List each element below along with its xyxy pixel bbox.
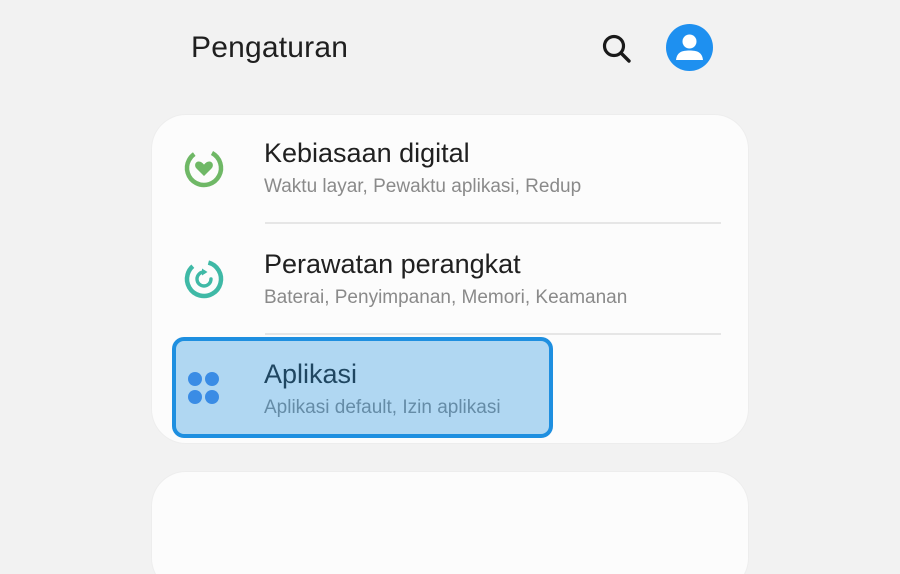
settings-screen: Pengaturan Kebiasaan digital Waktu layar… <box>0 0 900 574</box>
settings-item-device-care[interactable]: Perawatan perangkat Baterai, Penyimpanan… <box>152 225 748 335</box>
divider <box>265 222 721 224</box>
apps-icon <box>188 372 219 404</box>
device-care-icon <box>184 259 224 299</box>
settings-card <box>152 472 748 574</box>
digital-wellbeing-icon <box>184 148 224 188</box>
settings-item-label: Kebiasaan digital <box>264 138 470 168</box>
settings-item-summary: Baterai, Penyimpanan, Memori, Keamanan <box>264 287 628 308</box>
account-avatar-icon <box>676 34 703 60</box>
settings-item-apps[interactable]: Aplikasi Aplikasi default, Izin aplikasi <box>152 335 748 445</box>
settings-item-digital-wellbeing[interactable]: Kebiasaan digital Waktu layar, Pewaktu a… <box>152 115 748 225</box>
settings-card: Kebiasaan digital Waktu layar, Pewaktu a… <box>152 115 748 443</box>
settings-item-summary: Waktu layar, Pewaktu aplikasi, Redup <box>264 176 582 197</box>
search-icon <box>602 34 631 63</box>
settings-item-label: Aplikasi <box>264 359 358 389</box>
settings-item-summary: Aplikasi default, Izin aplikasi <box>264 397 501 418</box>
search-button[interactable] <box>596 28 638 70</box>
account-avatar-button[interactable] <box>666 24 713 71</box>
header: Pengaturan <box>0 0 900 100</box>
settings-item-label: Perawatan perangkat <box>264 249 521 279</box>
page-title: Pengaturan <box>191 31 349 64</box>
